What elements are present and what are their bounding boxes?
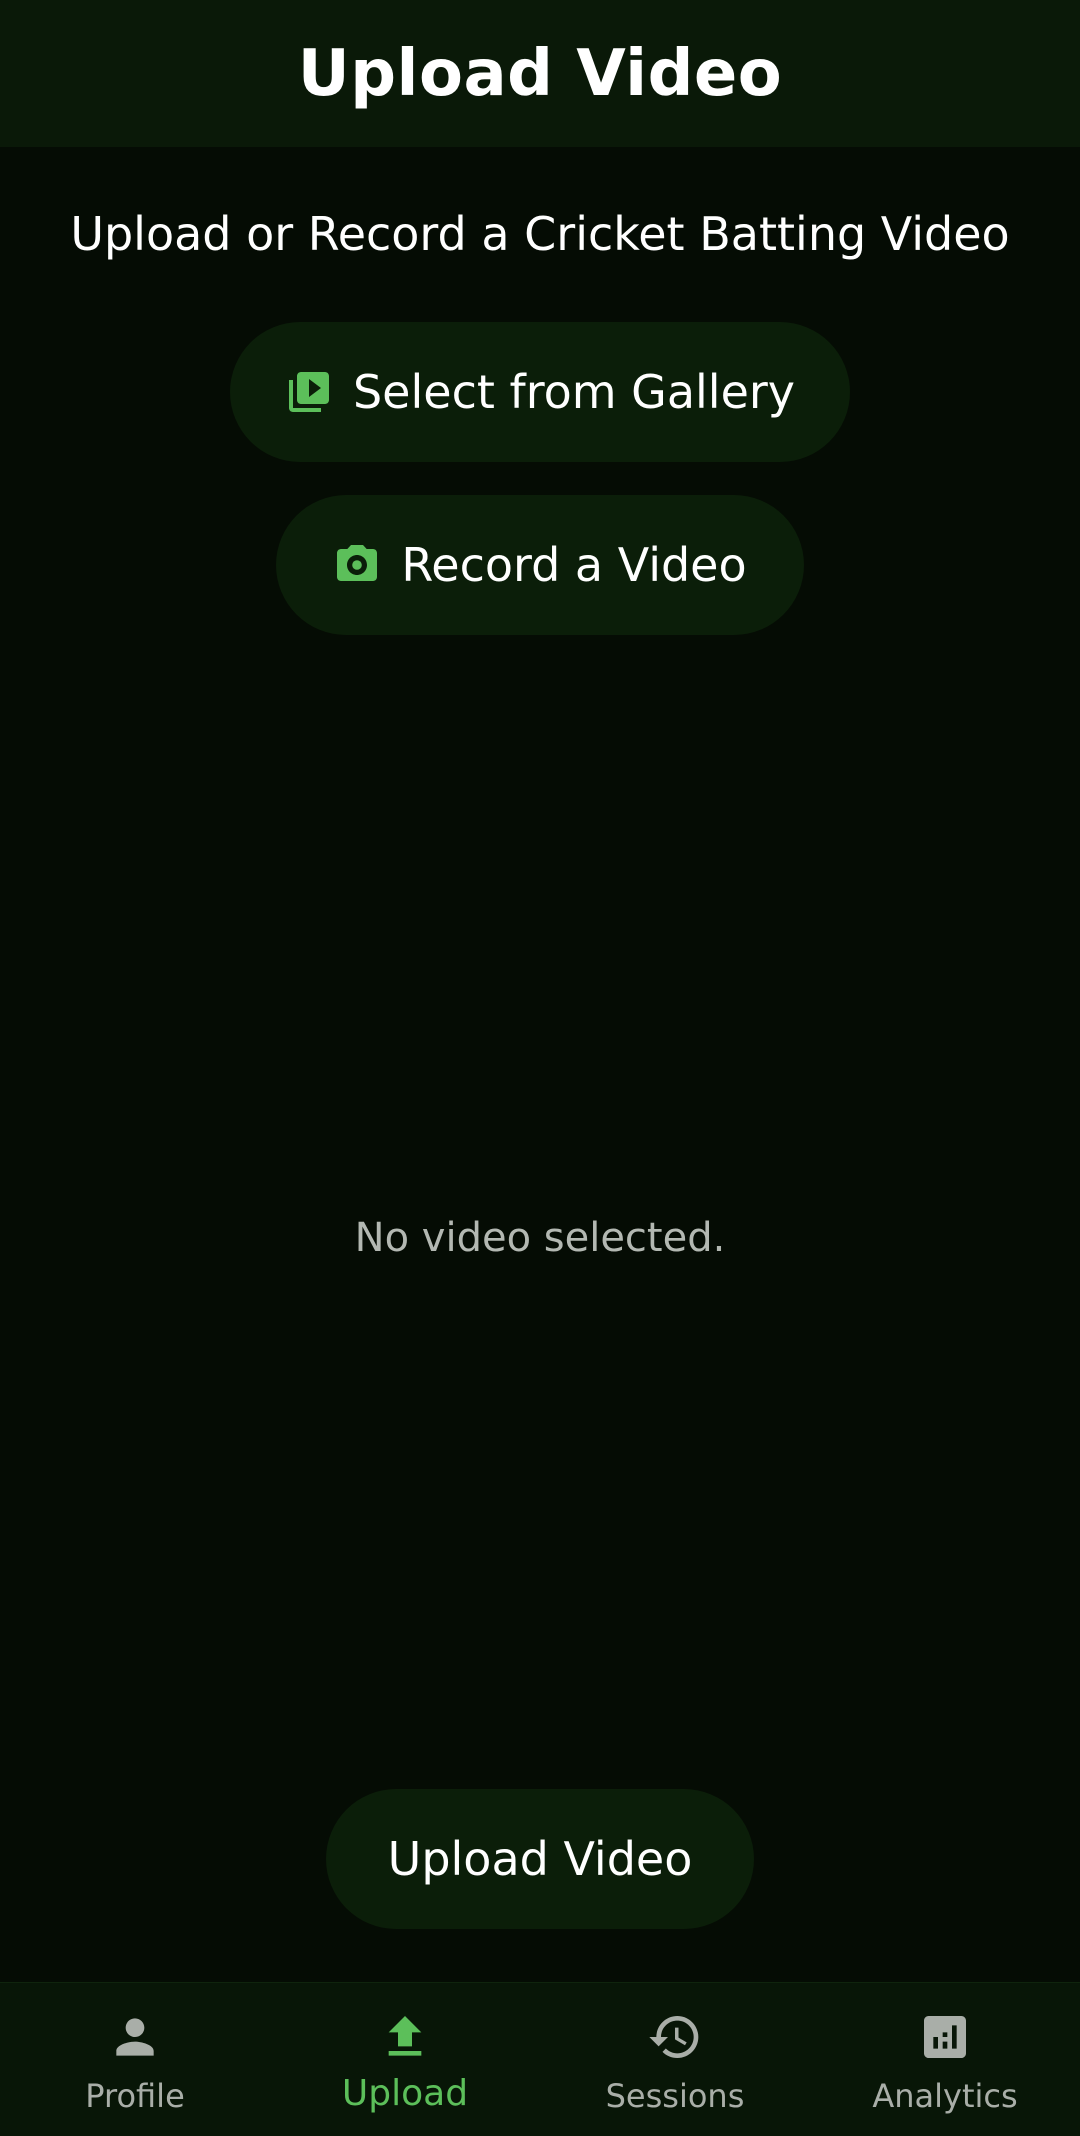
record-video-button[interactable]: Record a Video (276, 495, 804, 635)
upload-video-button[interactable]: Upload Video (326, 1789, 754, 1929)
record-video-label: Record a Video (401, 538, 747, 592)
nav-label-analytics: Analytics (872, 2077, 1018, 2115)
history-icon (647, 2009, 703, 2065)
video-library-icon (285, 368, 333, 416)
page-title: Upload Video (297, 36, 783, 111)
nav-label-profile: Profile (85, 2077, 185, 2115)
person-icon (107, 2009, 163, 2065)
nav-item-analytics[interactable]: Analytics (810, 1983, 1080, 2136)
nav-item-sessions[interactable]: Sessions (540, 1983, 810, 2136)
empty-state-text: No video selected. (354, 1215, 726, 1261)
bottom-navigation: Profile Upload Sessions Analytics (0, 1982, 1080, 2136)
nav-label-sessions: Sessions (605, 2077, 745, 2115)
upload-video-label: Upload Video (387, 1832, 693, 1886)
select-from-gallery-label: Select from Gallery (352, 365, 796, 419)
nav-item-upload[interactable]: Upload (270, 1983, 540, 2136)
select-from-gallery-button[interactable]: Select from Gallery (230, 322, 850, 462)
instruction-heading: Upload or Record a Cricket Batting Video (70, 207, 1010, 261)
analytics-icon (917, 2009, 973, 2065)
camera-icon (333, 541, 381, 589)
main-content: Upload or Record a Cricket Batting Video… (0, 147, 1080, 1982)
nav-item-profile[interactable]: Profile (0, 1983, 270, 2136)
upload-icon (377, 2009, 433, 2065)
app-bar: Upload Video (0, 0, 1080, 147)
nav-label-upload: Upload (341, 2073, 469, 2114)
